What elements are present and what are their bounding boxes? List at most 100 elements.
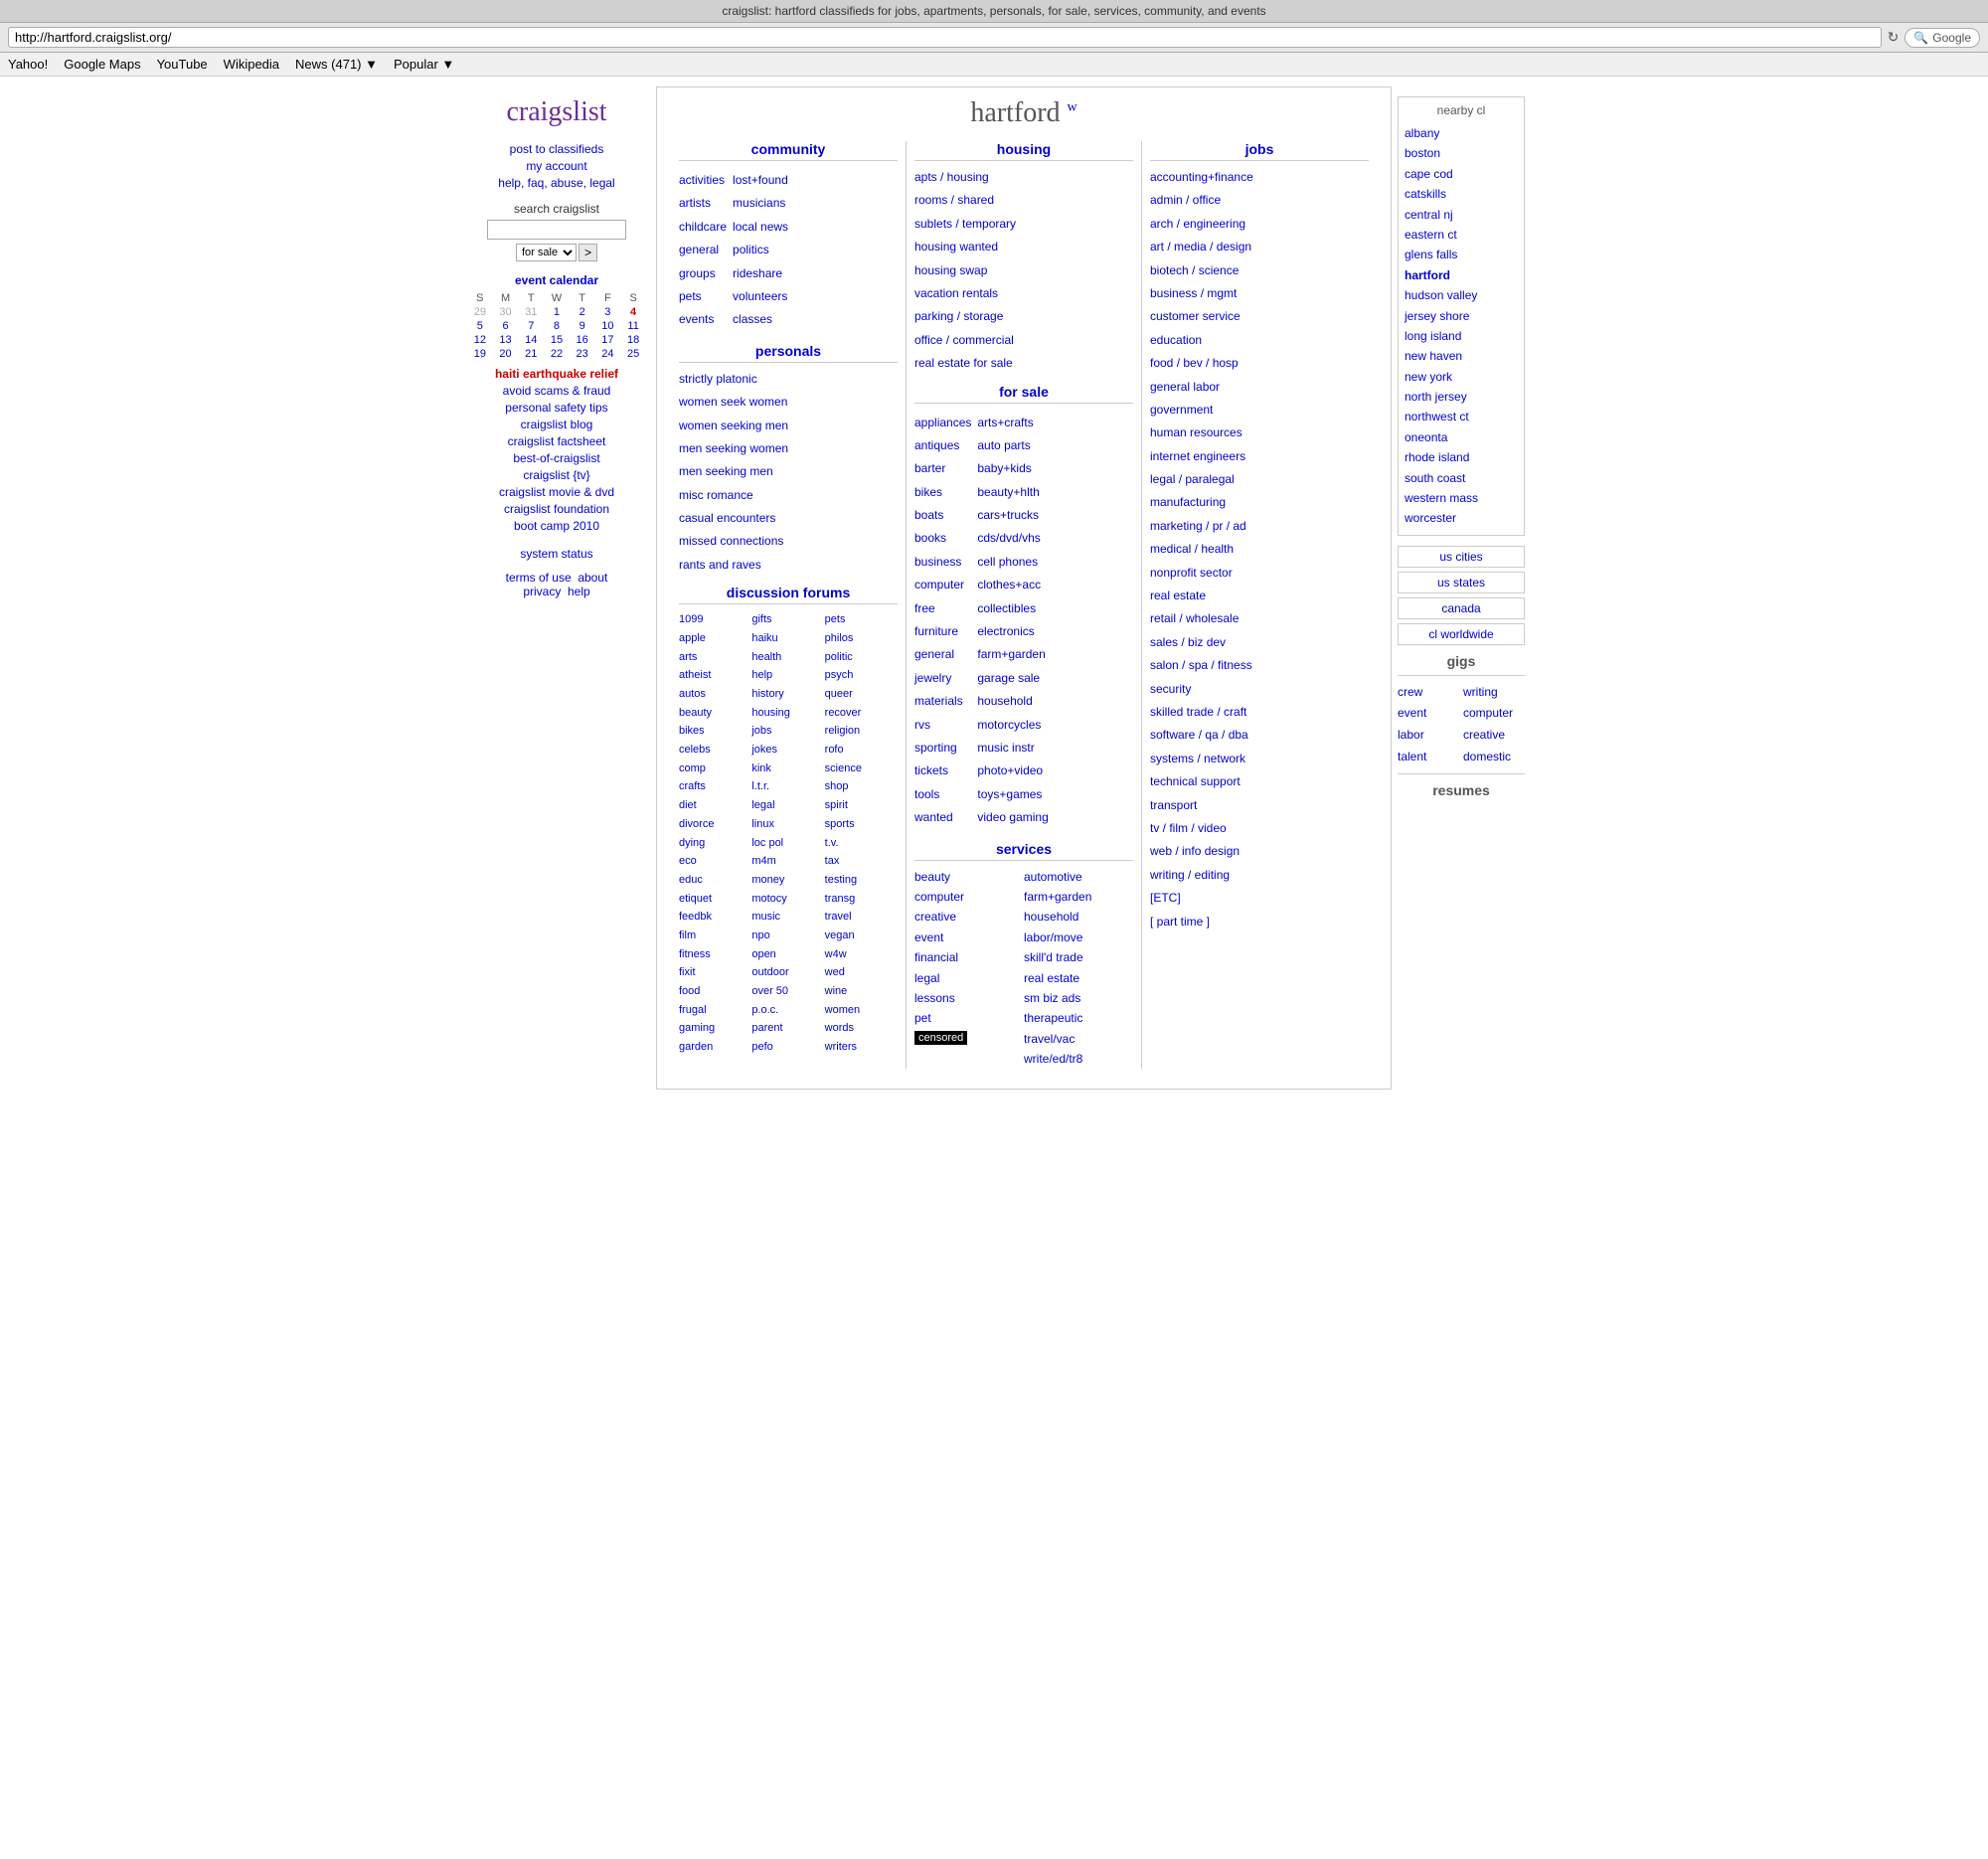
forum-fitness[interactable]: fitness [679, 945, 751, 964]
services-therapeutic[interactable]: therapeutic [1024, 1008, 1133, 1028]
community-politics[interactable]: politics [733, 240, 788, 259]
community-events[interactable]: events [679, 309, 727, 329]
forsale-auto-parts[interactable]: auto parts [977, 435, 1048, 455]
cal-day-24[interactable]: 24 [595, 347, 621, 361]
forsale-garage-sale[interactable]: garage sale [977, 668, 1048, 688]
forum-kink[interactable]: kink [751, 760, 824, 778]
jobs-human-resources[interactable]: human resources [1150, 422, 1369, 442]
forum-tv[interactable]: t.v. [825, 834, 898, 853]
address-input[interactable] [8, 27, 1882, 48]
gig-labor[interactable]: labor [1398, 725, 1459, 747]
community-groups[interactable]: groups [679, 263, 727, 283]
forum-poc[interactable]: p.o.c. [751, 1001, 824, 1020]
services-beauty[interactable]: beauty [914, 867, 1024, 887]
cal-day-10[interactable]: 10 [595, 319, 621, 333]
forsale-general[interactable]: general [914, 644, 971, 664]
toolbar-popular[interactable]: Popular ▼ [394, 57, 454, 72]
forum-pets[interactable]: pets [825, 610, 898, 629]
housing-rooms[interactable]: rooms / shared [914, 190, 1133, 210]
forum-legal[interactable]: legal [751, 796, 824, 815]
nearby-north-jersey[interactable]: north jersey [1405, 387, 1518, 407]
community-musicians[interactable]: musicians [733, 193, 788, 213]
search-input[interactable] [487, 220, 626, 240]
community-general[interactable]: general [679, 240, 727, 259]
cal-day-17[interactable]: 17 [595, 333, 621, 347]
forum-psych[interactable]: psych [825, 666, 898, 685]
community-classes[interactable]: classes [733, 309, 788, 329]
cal-day-30[interactable]: 30 [493, 305, 519, 319]
forum-bikes[interactable]: bikes [679, 722, 751, 741]
cal-day-14[interactable]: 14 [518, 333, 544, 347]
forsale-toys-games[interactable]: toys+games [977, 784, 1048, 804]
forum-vegan[interactable]: vegan [825, 927, 898, 945]
forum-loc-pol[interactable]: loc pol [751, 834, 824, 853]
forum-arts[interactable]: arts [679, 648, 751, 667]
forsale-music-instr[interactable]: music instr [977, 738, 1048, 758]
search-go-button[interactable]: > [579, 244, 597, 261]
jobs-transport[interactable]: transport [1150, 795, 1369, 815]
jobs-art[interactable]: art / media / design [1150, 237, 1369, 256]
forsale-motorcycles[interactable]: motorcycles [977, 715, 1048, 735]
toolbar-news[interactable]: News (471) ▼ [295, 57, 378, 72]
nearby-central-nj[interactable]: central nj [1405, 205, 1518, 225]
nearby-glens-falls[interactable]: glens falls [1405, 245, 1518, 264]
forum-help[interactable]: help [751, 666, 824, 685]
forum-wine[interactable]: wine [825, 982, 898, 1001]
forsale-collectibles[interactable]: collectibles [977, 598, 1048, 618]
cal-day-9[interactable]: 9 [570, 319, 595, 333]
forum-queer[interactable]: queer [825, 685, 898, 704]
cal-day-15[interactable]: 15 [544, 333, 570, 347]
nearby-new-york[interactable]: new york [1405, 367, 1518, 387]
us-states-button[interactable]: us states [1398, 572, 1525, 593]
toolbar-youtube[interactable]: YouTube [157, 57, 208, 72]
forum-travel[interactable]: travel [825, 908, 898, 927]
forsale-sporting[interactable]: sporting [914, 738, 971, 758]
services-household[interactable]: household [1024, 907, 1133, 927]
services-event[interactable]: event [914, 928, 1024, 947]
forum-gifts[interactable]: gifts [751, 610, 824, 629]
forum-beauty[interactable]: beauty [679, 704, 751, 723]
toolbar-wikipedia[interactable]: Wikipedia [224, 57, 279, 72]
forum-npo[interactable]: npo [751, 927, 824, 945]
cal-day-13[interactable]: 13 [493, 333, 519, 347]
jobs-general-labor[interactable]: general labor [1150, 377, 1369, 397]
personals-rants-raves[interactable]: rants and raves [679, 555, 898, 575]
craigslist-blog-link[interactable]: craigslist blog [467, 418, 646, 431]
forum-food[interactable]: food [679, 982, 751, 1001]
forum-testing[interactable]: testing [825, 871, 898, 890]
craigslist-factsheet-link[interactable]: craigslist factsheet [467, 434, 646, 448]
forum-music[interactable]: music [751, 908, 824, 927]
forsale-household[interactable]: household [977, 691, 1048, 711]
cal-day-3[interactable]: 3 [595, 305, 621, 319]
forsale-cell-phones[interactable]: cell phones [977, 552, 1048, 572]
nearby-oneonta[interactable]: oneonta [1405, 427, 1518, 447]
personals-women-seek-women[interactable]: women seek women [679, 392, 898, 412]
jobs-education[interactable]: education [1150, 330, 1369, 350]
cal-day-19[interactable]: 19 [467, 347, 493, 361]
craigslist-foundation-link[interactable]: craigslist foundation [467, 502, 646, 516]
personals-men-seeking-men[interactable]: men seeking men [679, 461, 898, 481]
forum-motocy[interactable]: motocy [751, 890, 824, 909]
forum-outdoor[interactable]: outdoor [751, 963, 824, 982]
forum-transg[interactable]: transg [825, 890, 898, 909]
gig-domestic[interactable]: domestic [1463, 747, 1525, 768]
personal-safety-link[interactable]: personal safety tips [467, 401, 646, 415]
canada-button[interactable]: canada [1398, 597, 1525, 619]
services-creative[interactable]: creative [914, 907, 1024, 927]
cal-day-20[interactable]: 20 [493, 347, 519, 361]
nearby-jersey-shore[interactable]: jersey shore [1405, 306, 1518, 326]
housing-vacation[interactable]: vacation rentals [914, 283, 1133, 303]
forsale-clothes[interactable]: clothes+acc [977, 575, 1048, 594]
jobs-customer-service[interactable]: customer service [1150, 306, 1369, 326]
help-faq-link[interactable]: help, faq, abuse, legal [467, 176, 646, 190]
gig-crew[interactable]: crew [1398, 682, 1459, 704]
personals-men-seeking-women[interactable]: men seeking women [679, 438, 898, 458]
best-of-craigslist-link[interactable]: best-of-craigslist [467, 451, 646, 465]
forum-ltr[interactable]: l.t.r. [751, 777, 824, 796]
cl-worldwide-button[interactable]: cl worldwide [1398, 623, 1525, 645]
forum-dying[interactable]: dying [679, 834, 751, 853]
services-real-estate[interactable]: real estate [1024, 968, 1133, 988]
about-link[interactable]: about [578, 571, 607, 585]
jobs-admin[interactable]: admin / office [1150, 190, 1369, 210]
forsale-free[interactable]: free [914, 598, 971, 618]
